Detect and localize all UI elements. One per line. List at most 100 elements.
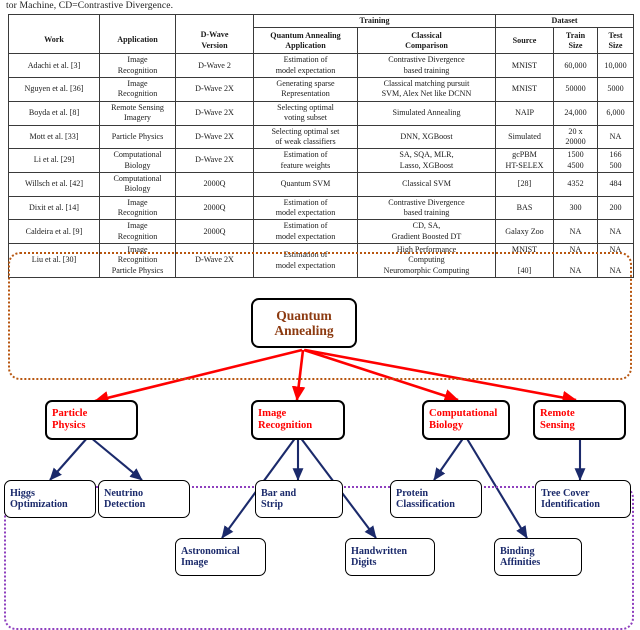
table-row: Adachi et al. [3] Image Recognition D-Wave… (8, 53, 635, 79)
header-spacer-version (175, 13, 254, 28)
node-particle-physics[interactable]: Particle Physics (45, 400, 138, 440)
taxonomy-diagram: Quantum Annealing Particle Physics Image… (0, 252, 640, 630)
cell-test-size: NA (597, 124, 635, 150)
cell-work: Mott et al. [33] (8, 124, 100, 150)
table-row: Dixit et al. [14] Image Recognition 2000Q E… (8, 195, 635, 221)
cell-classical-comparison: SA, SQA, MLR, Lasso, XGBoost (356, 148, 497, 173)
cell-test-size: 6,000 (597, 100, 635, 126)
node-label: Neutrino Detection (104, 487, 146, 510)
header-dwave-version: D-Wave Version (175, 27, 254, 55)
node-protein-classification[interactable]: Protein Classification (390, 480, 482, 518)
cell-dwave-version: 2000Q (175, 195, 254, 221)
cell-source: Galaxy Zoo (495, 219, 555, 245)
cell-qa-application: Quantum SVM (253, 171, 358, 197)
cell-train-size: 24,000 (553, 100, 599, 126)
cell-qa-application: Selecting optimal set of weak classifier… (253, 124, 358, 150)
node-astronomical-image[interactable]: Astronomical Image (175, 538, 266, 576)
cell-train-size: NA (553, 219, 599, 245)
header-classical-comparison: Classical Comparison (356, 27, 497, 55)
cell-test-size: 10,000 (597, 53, 635, 79)
table-group-header-row: Training Dataset (8, 13, 635, 29)
node-label: Protein Classification (396, 487, 455, 510)
cell-qa-application: Estimation of model expectation (253, 195, 358, 221)
cell-test-size: NA (597, 219, 635, 245)
cell-application: Computational Biology (99, 148, 176, 173)
node-binding-affinities[interactable]: Binding Affinities (494, 538, 582, 576)
cell-qa-application: Generating sparse Representation (253, 77, 358, 102)
node-quantum-annealing[interactable]: Quantum Annealing (251, 298, 357, 348)
cell-dwave-version: D-Wave 2X (175, 148, 254, 173)
header-work: Work (8, 27, 100, 55)
cell-dwave-version: D-Wave 2 (175, 53, 254, 79)
table-row: Willsch et al. [42] Computational Biology… (8, 171, 635, 197)
table-column-header-row: Work Application D-Wave Version Quantum … (8, 27, 635, 55)
node-label: Bar and Strip (261, 487, 297, 510)
cell-dwave-version: 2000Q (175, 219, 254, 245)
table-caption-fragment: tor Machine, CD=Contrastive Divergence. (6, 0, 174, 11)
cell-dwave-version: D-Wave 2X (175, 100, 254, 126)
cell-source: Simulated (495, 124, 555, 150)
node-label: Astronomical Image (181, 545, 240, 568)
cell-test-size: 5000 (597, 77, 635, 102)
comparison-table: Training Dataset Work Application D-Wave… (8, 13, 635, 279)
table-row: Li et al. [29] Computational Biology D-Wav… (8, 148, 635, 173)
cell-application: Remote Sensing Imagery (99, 100, 176, 126)
cell-work: Dixit et al. [14] (8, 195, 100, 221)
cell-work: Caldeira et al. [9] (8, 219, 100, 245)
cell-train-size: 300 (553, 195, 599, 221)
table-row: Mott et al. [33] Particle Physics D-Wave 2… (8, 124, 635, 150)
node-image-recognition[interactable]: Image Recognition (251, 400, 345, 440)
node-computational-biology[interactable]: Computational Biology (422, 400, 510, 440)
node-neutrino-detection[interactable]: Neutrino Detection (98, 480, 190, 518)
cell-application: Computational Biology (99, 171, 176, 197)
node-handwritten-digits[interactable]: Handwritten Digits (345, 538, 435, 576)
node-bar-and-strip[interactable]: Bar and Strip (255, 480, 343, 518)
node-label: Particle Physics (52, 408, 88, 431)
cell-source: MNIST (495, 77, 555, 102)
node-label: Handwritten Digits (351, 545, 408, 568)
cell-dwave-version: D-Wave 2X (175, 124, 254, 150)
header-spacer-application (99, 13, 176, 28)
cell-classical-comparison: CD, SA, Gradient Boosted DT (356, 219, 497, 245)
header-spacer-work (8, 13, 100, 28)
node-label: Image Recognition (258, 408, 313, 431)
node-remote-sensing[interactable]: Remote Sensing (533, 400, 626, 440)
table-row: Nguyen et al. [36] Image Recognition D-Wav… (8, 77, 635, 102)
cell-application: Image Recognition (99, 53, 176, 79)
cell-source: BAS (495, 195, 555, 221)
table-row: Boyda et al. [8] Remote Sensing Imagery D-… (8, 100, 635, 126)
cell-work: Nguyen et al. [36] (8, 77, 100, 102)
cell-application: Image Recognition (99, 195, 176, 221)
cell-application: Image Recognition (99, 219, 176, 245)
cell-train-size: 20 x 20000 (553, 124, 599, 150)
table-body: Adachi et al. [3] Image Recognition D-Wave… (8, 53, 635, 279)
header-train-size: Train Size (553, 27, 599, 55)
cell-classical-comparison: Contrastive Divergence based training (356, 53, 497, 79)
node-tree-cover-identification[interactable]: Tree Cover Identification (535, 480, 631, 518)
header-test-size: Test Size (597, 27, 635, 55)
header-qa-application: Quantum Annealing Application (253, 27, 358, 55)
cell-classical-comparison: DNN, XGBoost (356, 124, 497, 150)
cell-train-size: 60,000 (553, 53, 599, 79)
node-higgs-optimization[interactable]: Higgs Optimization (4, 480, 96, 518)
cell-application: Particle Physics (99, 124, 176, 150)
node-label: Computational Biology (429, 408, 498, 431)
cell-train-size: 4352 (553, 171, 599, 197)
cell-source: MNIST (495, 53, 555, 79)
cell-classical-comparison: Classical SVM (356, 171, 497, 197)
cell-test-size: 200 (597, 195, 635, 221)
header-source: Source (495, 27, 555, 55)
cell-classical-comparison: Contrastive Divergence based training (356, 195, 497, 221)
cell-test-size: 166 500 (597, 148, 635, 173)
cell-qa-application: Selecting optimal voting subset (253, 100, 358, 126)
cell-source: gcPBM HT-SELEX (495, 148, 555, 173)
node-label: Quantum Annealing (274, 307, 334, 338)
node-label: Binding Affinities (500, 545, 541, 568)
table-row: Caldeira et al. [9] Image Recognition 2000… (8, 219, 635, 245)
node-label: Higgs Optimization (10, 487, 68, 510)
header-group-training: Training (252, 13, 497, 29)
cell-work: Boyda et al. [8] (8, 100, 100, 126)
cell-qa-application: Estimation of model expectation (253, 53, 358, 79)
cell-qa-application: Estimation of feature weights (253, 148, 358, 173)
cell-dwave-version: 2000Q (175, 171, 254, 197)
